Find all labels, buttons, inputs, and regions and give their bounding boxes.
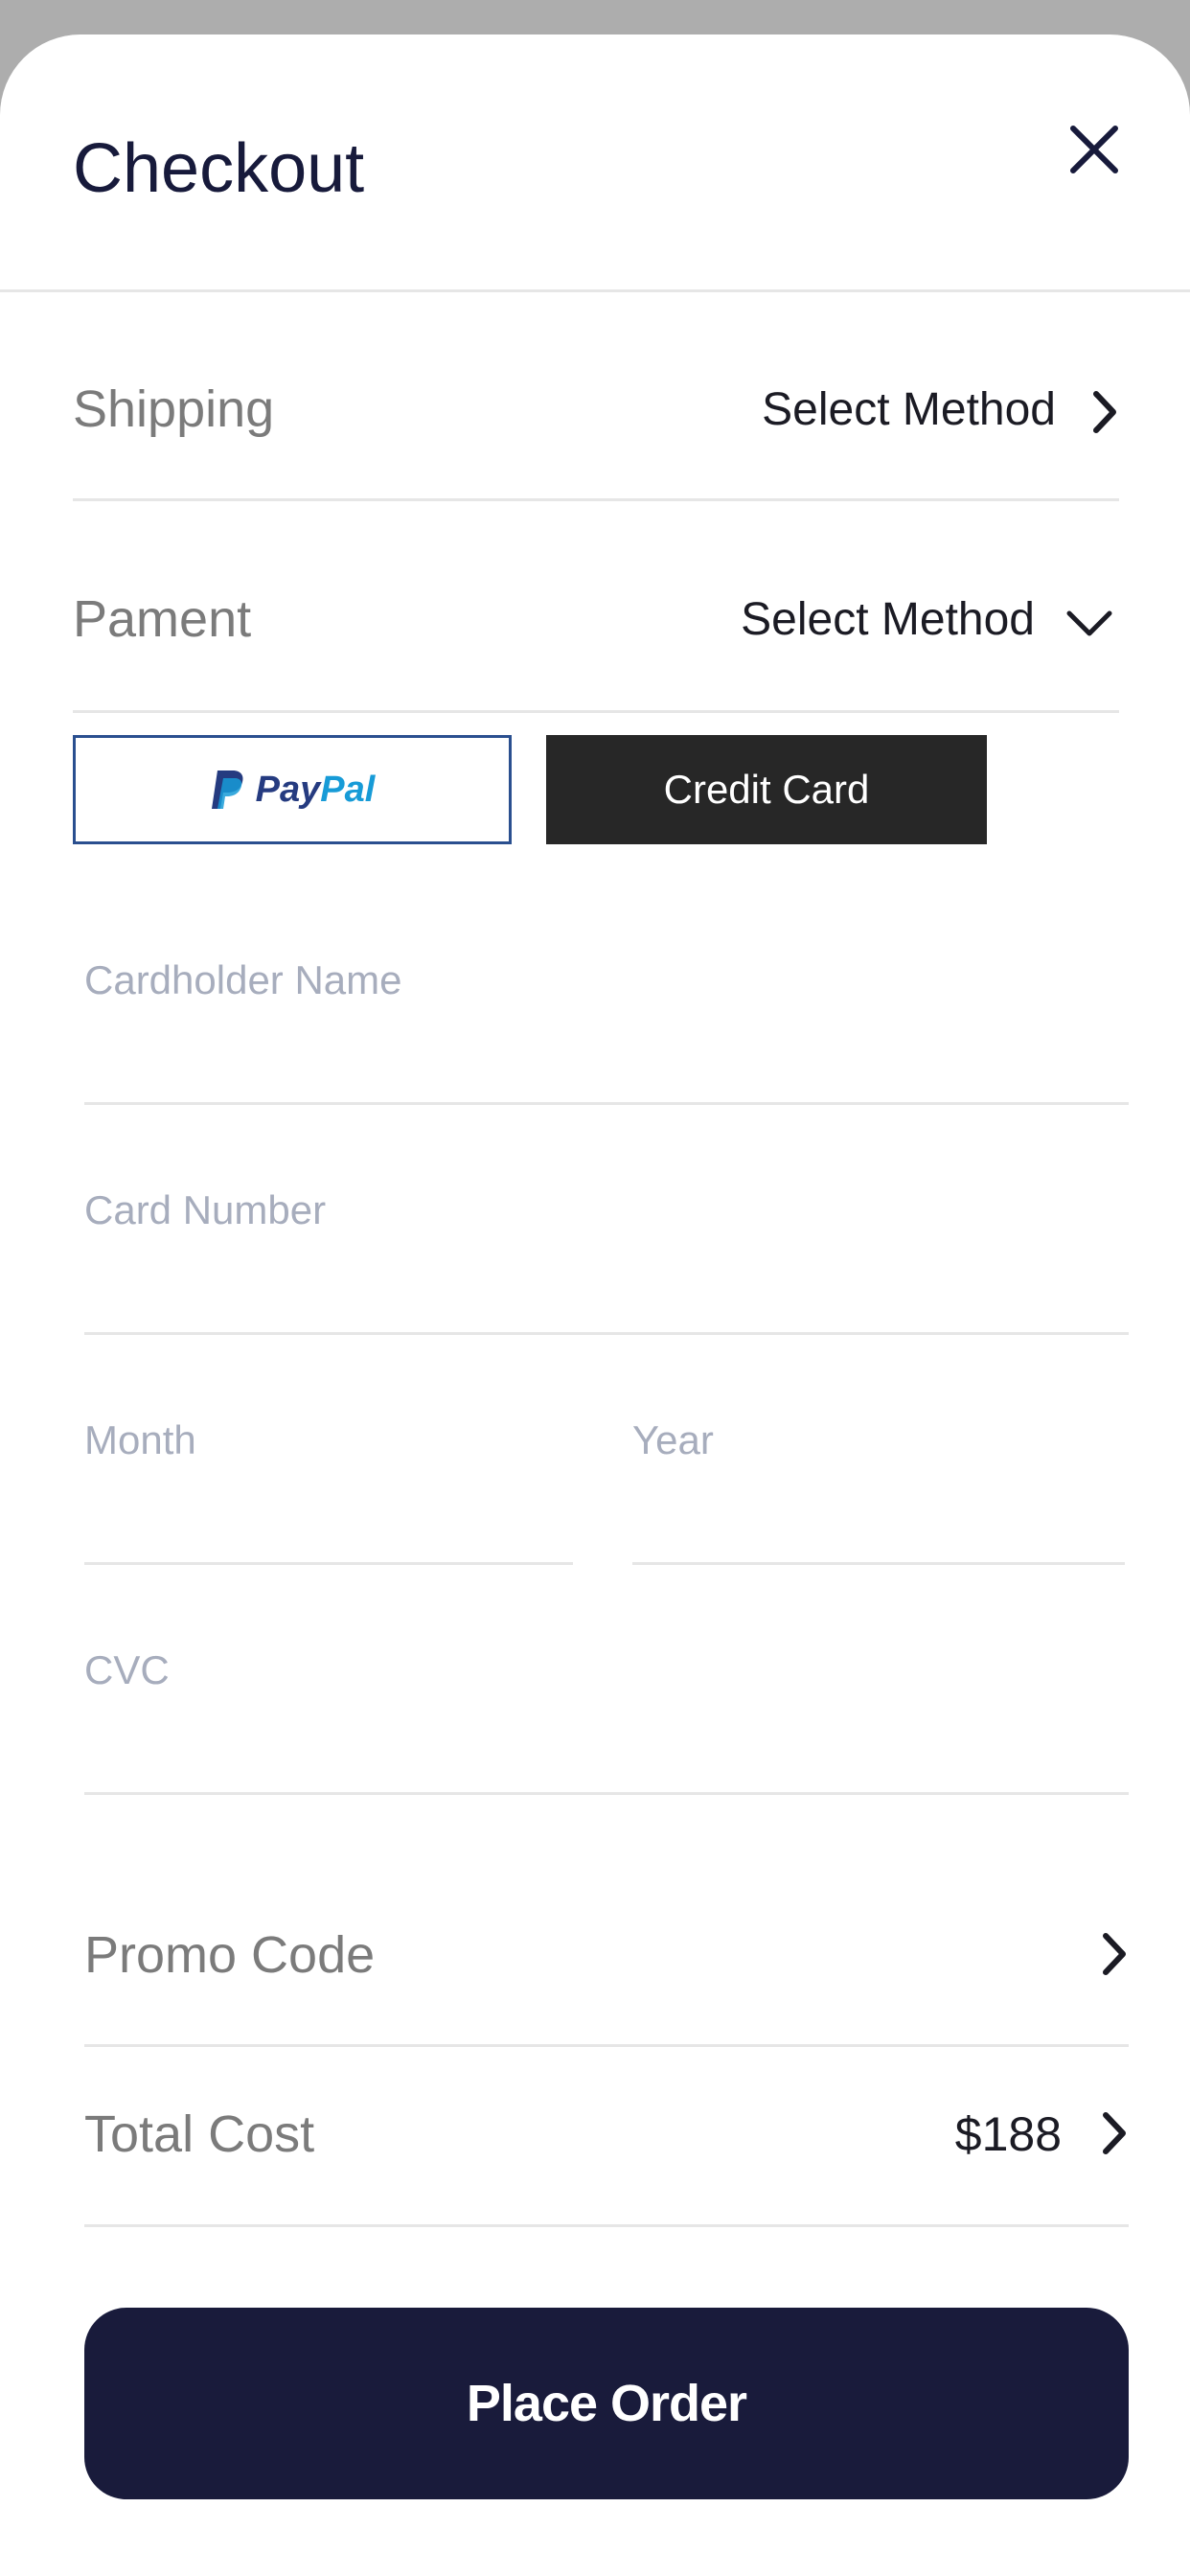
shipping-row[interactable]: Shipping Select Method (73, 289, 1119, 501)
page-title: Checkout (73, 130, 365, 207)
paypal-wordmark-part1: Pay (255, 769, 321, 810)
credit-card-button[interactable]: Credit Card (546, 735, 987, 844)
cardholder-name-input[interactable] (84, 947, 1129, 1014)
payment-row[interactable]: Pament Select Method (73, 501, 1119, 713)
cvc-field (84, 1637, 1129, 1795)
card-number-field (84, 1177, 1129, 1335)
promo-code-row[interactable]: Promo Code (84, 1795, 1129, 2047)
close-button[interactable] (1065, 121, 1123, 178)
paypal-button[interactable]: PayPal (73, 735, 512, 844)
paypal-wordmark-part2: Pal (320, 769, 376, 810)
checkout-header: Checkout (0, 34, 1190, 292)
card-number-input[interactable] (84, 1177, 1129, 1244)
cvc-input[interactable] (84, 1637, 1129, 1704)
total-cost-label: Total Cost (84, 2105, 315, 2163)
chevron-right-icon (1103, 1933, 1126, 1975)
year-input[interactable] (632, 1407, 1125, 1474)
credit-card-label: Credit Card (663, 767, 870, 812)
close-icon (1070, 126, 1118, 173)
month-input[interactable] (84, 1407, 573, 1474)
paypal-wordmark: PayPal (256, 770, 376, 811)
place-order-label: Place Order (466, 2375, 747, 2432)
payment-method-value: Select Method (741, 594, 1035, 645)
cardholder-name-field (84, 947, 1129, 1105)
year-field (632, 1407, 1125, 1565)
chevron-right-icon (1093, 391, 1116, 433)
promo-code-label: Promo Code (84, 1926, 376, 1984)
chevron-right-icon (1103, 2112, 1126, 2154)
total-cost-row[interactable]: Total Cost $188 (84, 2047, 1129, 2227)
shipping-method-value: Select Method (762, 384, 1056, 435)
place-order-button[interactable]: Place Order (84, 2308, 1129, 2499)
month-field (84, 1407, 573, 1565)
total-cost-value: $188 (954, 2107, 1062, 2161)
chevron-down-icon (1066, 610, 1112, 636)
paypal-logo: PayPal (76, 738, 509, 841)
paypal-logo-icon (211, 770, 243, 809)
payment-label: Pament (73, 590, 252, 648)
checkout-sheet: Checkout Shipping Select Method Pament S… (0, 34, 1190, 2576)
shipping-label: Shipping (73, 380, 275, 438)
